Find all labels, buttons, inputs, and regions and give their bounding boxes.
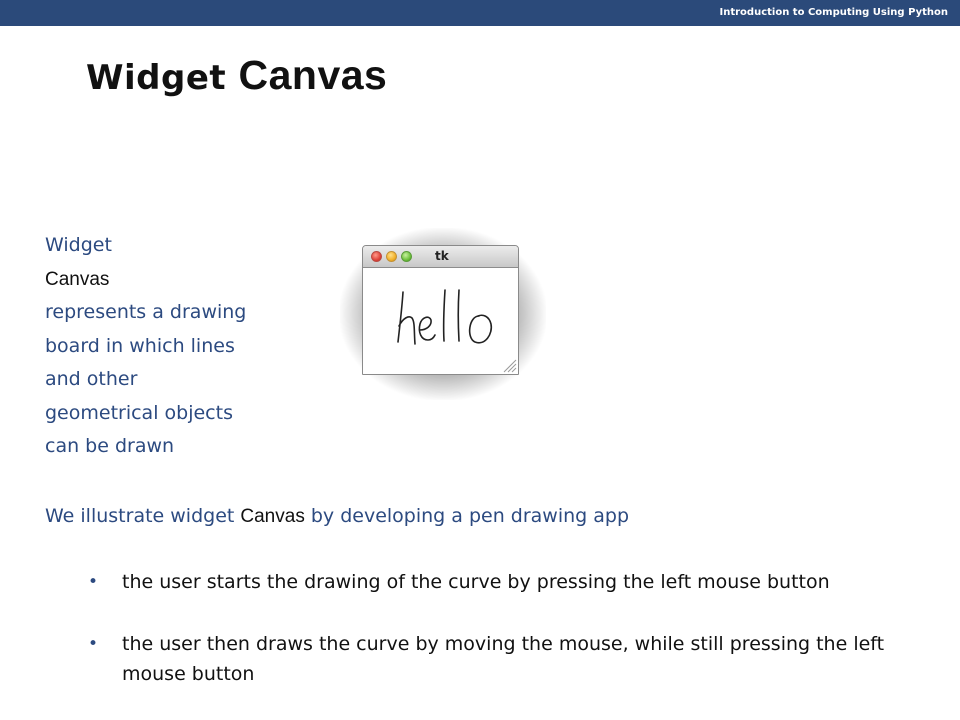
description-line-3: board in which lines [45, 334, 235, 357]
minimize-icon [386, 251, 397, 262]
description-line-5: geometrical objects [45, 401, 233, 424]
description-line-4: and other [45, 368, 138, 390]
tk-window-titlebar: tk [363, 246, 518, 268]
header-bar: Introduction to Computing Using Python [0, 0, 960, 26]
handwriting-l2 [457, 289, 460, 342]
resize-grip-icon [503, 359, 517, 373]
bullet-list: • the user starts the drawing of the cur… [88, 567, 938, 689]
description-line-1: Widget Canvas [45, 229, 285, 296]
list-item: • the user starts the drawing of the cur… [88, 567, 938, 597]
tk-window-screenshot: tk [362, 245, 519, 375]
intro-text-after: by developing a pen drawing app [310, 505, 630, 527]
list-item: • the user then draws the curve by movin… [88, 629, 938, 689]
description-line-1-text: Widget [45, 234, 112, 256]
canvas-description: Widget Canvas represents a drawing board… [45, 229, 285, 464]
intro-text: We illustrate widget Canvas by developin… [45, 505, 629, 528]
intro-text-code: Canvas [240, 506, 305, 527]
slide-title-code: Canvas [238, 52, 388, 98]
bullet-text: the user starts the drawing of the curve… [122, 571, 830, 593]
handwriting-h [397, 291, 416, 345]
close-icon [371, 251, 382, 262]
bullet-icon: • [88, 572, 99, 592]
description-line-6: can be drawn [45, 435, 175, 457]
slide-title: Widget Canvas [86, 52, 387, 99]
bullet-text: the user then draws the curve by moving … [122, 633, 885, 685]
intro-text-before: We illustrate widget [45, 505, 235, 527]
handwritten-hello-drawing [397, 289, 517, 373]
bullet-icon: • [88, 634, 99, 654]
description-line-1-code: Canvas [45, 268, 110, 290]
handwriting-l1 [442, 289, 446, 342]
description-line-2: represents a drawing [45, 301, 247, 323]
slide-title-text: Widget [86, 58, 227, 98]
maximize-icon [401, 251, 412, 262]
handwriting-e [418, 316, 436, 341]
course-title: Introduction to Computing Using Python [719, 7, 949, 18]
handwriting-o [468, 314, 493, 344]
tk-window-title: tk [435, 249, 449, 263]
